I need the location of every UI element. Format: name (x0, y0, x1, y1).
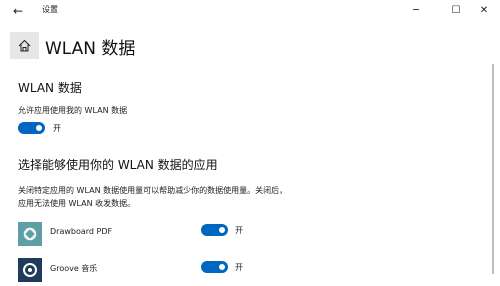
section-heading-wlan-data: WLAN 数据 (18, 81, 82, 95)
toggle-knob (219, 264, 225, 270)
drawboard-pdf-toggle-state: 开 (235, 226, 243, 235)
page-title: WLAN 数据 (45, 39, 136, 59)
groove-music-toggle-state: 开 (235, 263, 243, 272)
page-header: WLAN 数据 (0, 28, 500, 62)
app-row-groove-music: Groove 音乐 开 (0, 258, 500, 284)
title-bar: ← 设置 ─ ☐ ✕ (0, 0, 500, 22)
allow-apps-wlan-toggle[interactable] (18, 122, 45, 134)
app-name: Drawboard PDF (50, 227, 113, 236)
vertical-scrollbar[interactable] (492, 64, 494, 274)
allow-apps-wlan-toggle-state: 开 (53, 124, 61, 133)
minimize-icon[interactable]: ─ (400, 0, 432, 22)
home-button[interactable] (10, 32, 39, 59)
toggle-knob (219, 227, 225, 233)
window-title: 设置 (42, 5, 58, 14)
groove-music-wlan-toggle[interactable] (201, 261, 228, 273)
close-icon[interactable]: ✕ (468, 0, 500, 22)
groove-music-icon (18, 258, 42, 282)
home-icon (18, 39, 31, 52)
app-row-drawboard-pdf: Drawboard PDF 开 (0, 222, 500, 248)
toggle-knob (36, 125, 42, 131)
section-heading-choose-apps: 选择能够使用你的 WLAN 数据的应用 (18, 158, 218, 172)
section-description: 关闭特定应用的 WLAN 数据使用量可以帮助减少你的数据使用量。关闭后，应用无法… (18, 186, 288, 208)
app-name: Groove 音乐 (50, 264, 98, 273)
allow-apps-wlan-label: 允许应用使用我的 WLAN 数据 (18, 106, 128, 115)
drawboard-pdf-icon (18, 222, 42, 246)
back-arrow-icon[interactable]: ← (10, 3, 26, 19)
drawboard-pdf-wlan-toggle[interactable] (201, 224, 228, 236)
